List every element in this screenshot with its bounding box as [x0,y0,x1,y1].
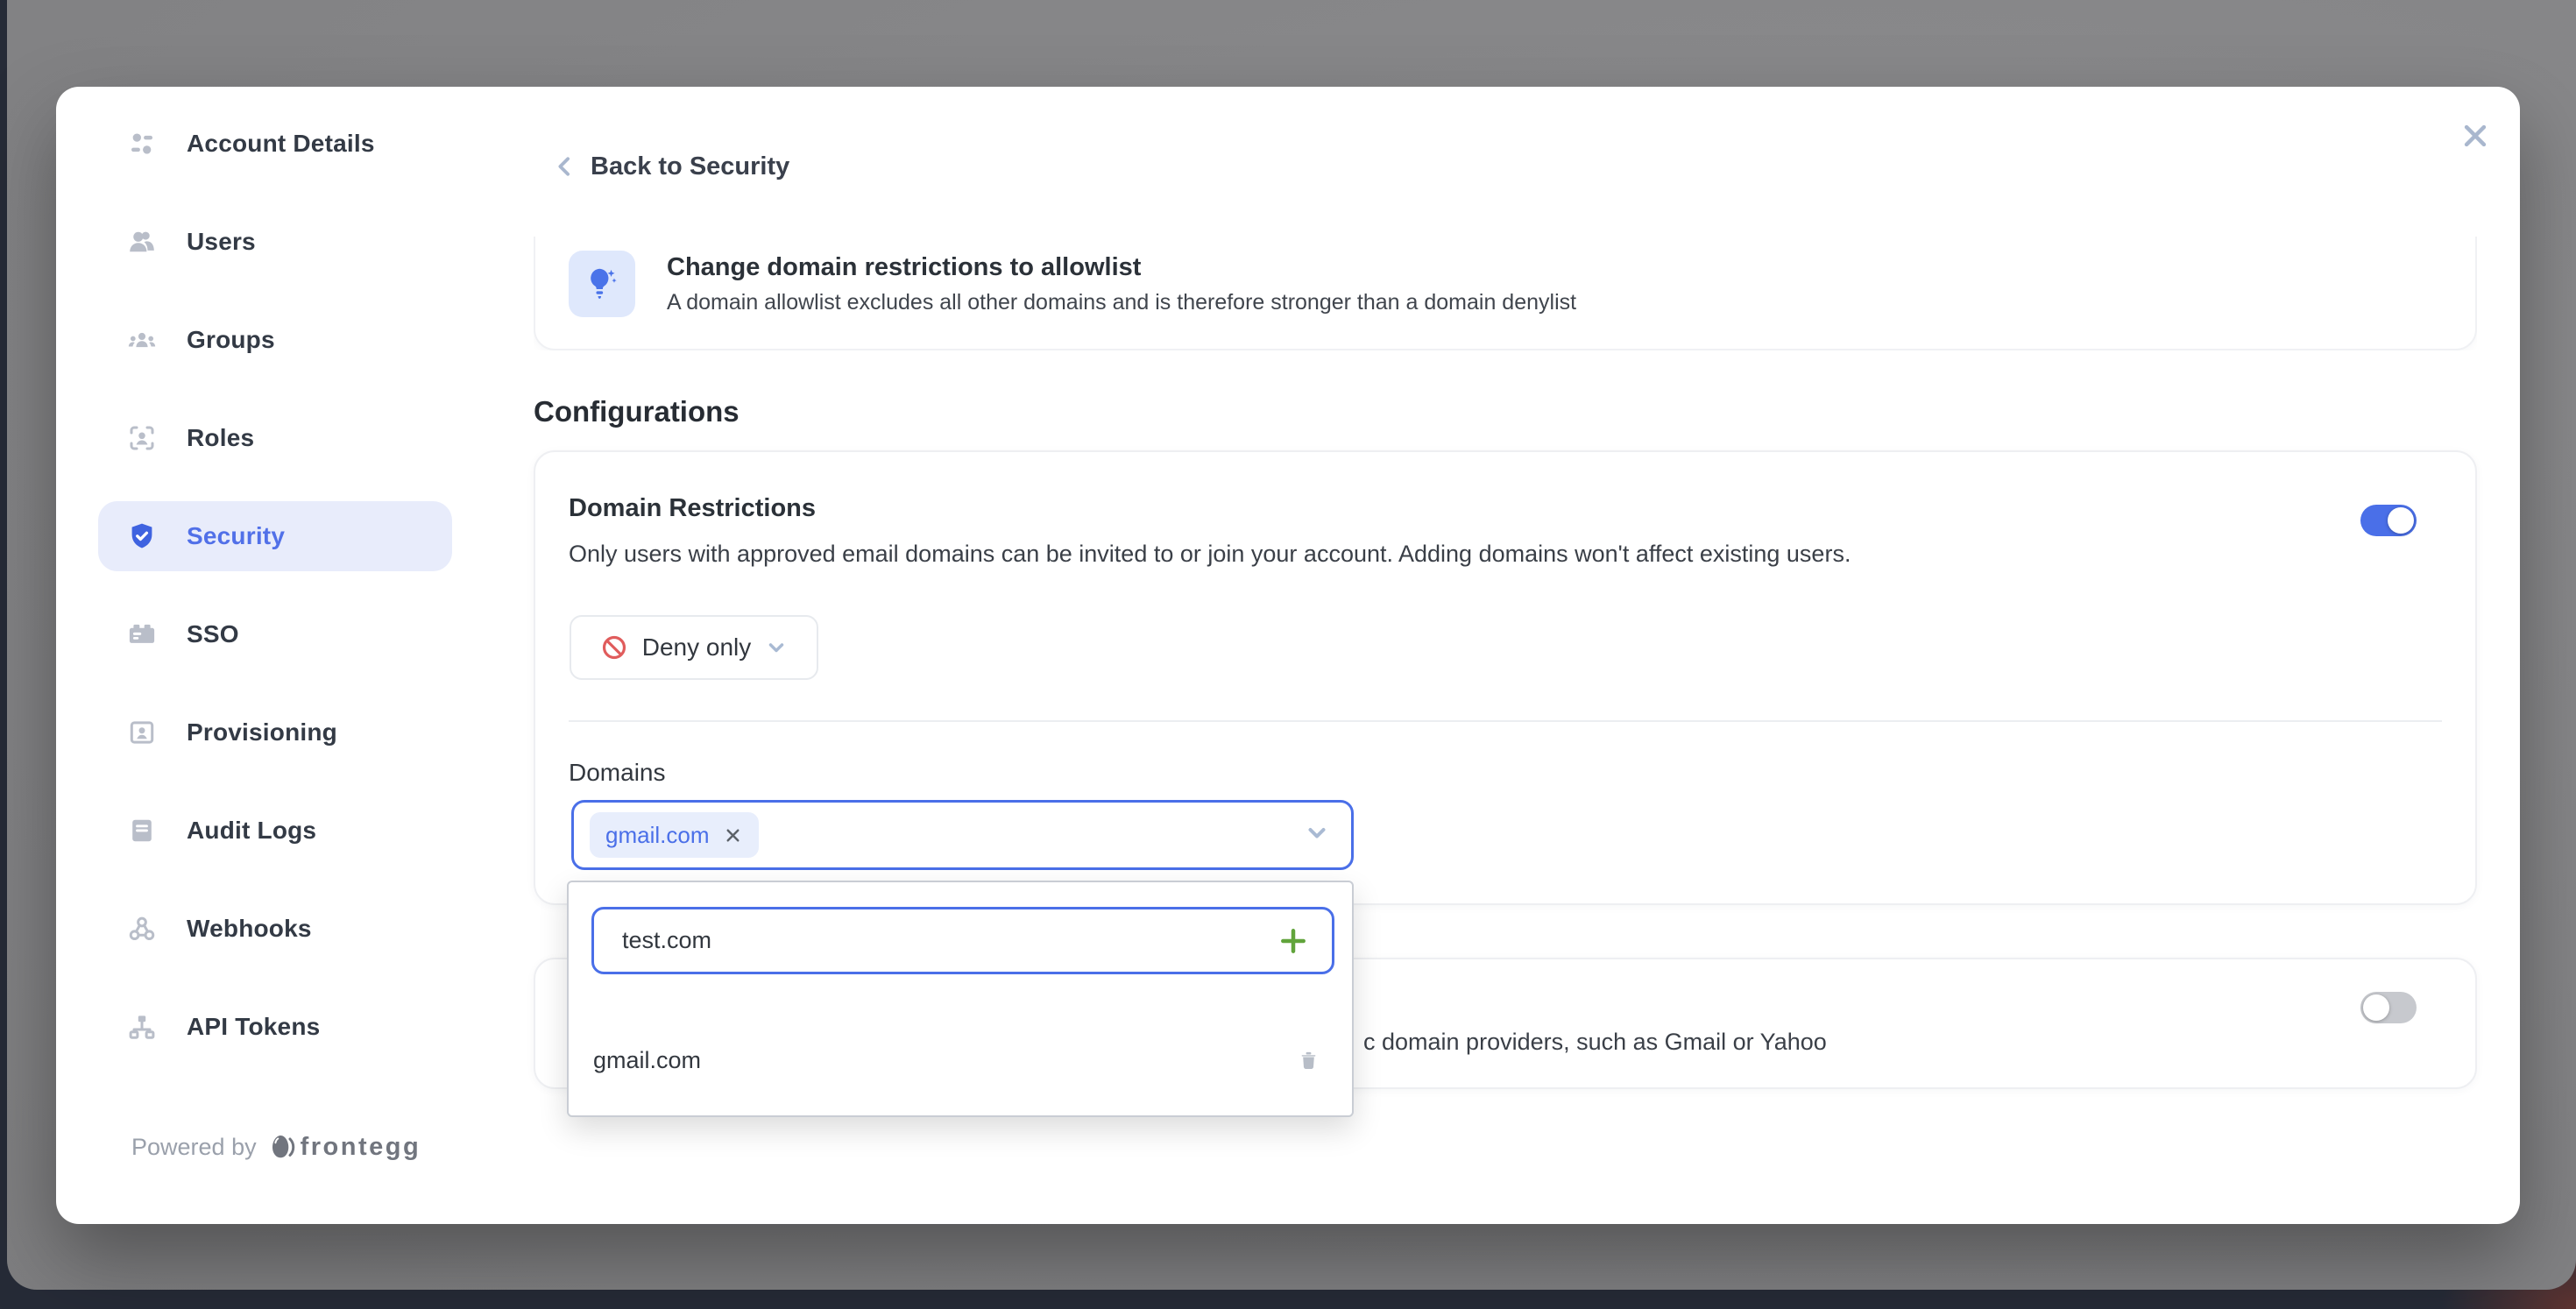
sidebar: Account Details Users Groups [56,87,534,1224]
sidebar-item-account-details[interactable]: Account Details [98,109,452,179]
audit-logs-icon [126,815,158,846]
chevron-down-icon [765,636,788,659]
sidebar-item-label: Provisioning [187,718,337,746]
toggle-knob [2388,507,2414,534]
add-domain-button[interactable] [1277,925,1309,957]
chevron-left-icon [552,151,578,182]
sidebar-item-users[interactable]: Users [98,207,452,277]
content-scroll-clip: Change domain restrictions to allowlist … [534,237,2477,350]
domain-restrictions-description: Only users with approved email domains c… [569,541,1851,568]
trash-icon [1297,1049,1320,1072]
frontegg-logo: frontegg [269,1132,421,1162]
domain-restrictions-card: Domain Restrictions Only users with appr… [534,450,2477,905]
sidebar-item-label: Users [187,228,256,256]
back-button-label: Back to Security [591,152,789,181]
powered-by-label: Powered by [131,1134,257,1161]
sidebar-item-webhooks[interactable]: Webhooks [98,894,452,964]
admin-portal-modal: Account Details Users Groups [56,87,2520,1224]
domains-multiselect[interactable]: gmail.com [571,800,1354,870]
sidebar-item-label: Audit Logs [187,817,316,845]
back-to-security-button[interactable]: Back to Security [552,151,789,182]
add-domain-input-wrap [591,907,1334,974]
add-domain-input[interactable] [594,927,1277,954]
tip-text-block: Change domain restrictions to allowlist … [667,253,1576,315]
api-tokens-icon [126,1011,158,1043]
domain-list-item-label: gmail.com [593,1047,1297,1074]
sidebar-item-label: Account Details [187,130,375,158]
sidebar-item-label: API Tokens [187,1013,320,1041]
powered-by-footer: Powered by frontegg [131,1132,421,1162]
close-icon [2460,121,2490,151]
sidebar-item-security[interactable]: Security [98,501,452,571]
business-domains-toggle[interactable] [2360,992,2417,1023]
toggle-knob [2363,994,2389,1021]
sidebar-item-groups[interactable]: Groups [98,305,452,375]
deny-ban-icon [600,633,628,662]
plus-icon [1277,925,1309,957]
domain-restrictions-toggle[interactable] [2360,505,2417,536]
sidebar-item-label: Security [187,522,285,550]
users-icon [126,226,158,258]
tip-description: A domain allowlist excludes all other do… [667,290,1576,315]
domain-list-item[interactable]: gmail.com [569,1022,1352,1098]
frontegg-egg-icon [269,1132,295,1162]
domains-label: Domains [569,759,665,787]
sidebar-item-provisioning[interactable]: Provisioning [98,697,452,768]
roles-icon [126,422,158,454]
domain-restrictions-title: Domain Restrictions [569,494,816,523]
tip-title: Change domain restrictions to allowlist [667,253,1576,282]
sidebar-item-label: Roles [187,424,254,452]
business-domains-description-fragment: c domain providers, such as Gmail or Yah… [1363,1029,1827,1056]
close-modal-button[interactable] [2455,116,2495,156]
frontegg-brand-name: frontegg [301,1133,421,1162]
sidebar-item-label: SSO [187,620,239,648]
account-details-icon [126,128,158,159]
chip-remove-icon[interactable] [723,825,743,846]
domains-dropdown-popover: gmail.com [567,881,1354,1117]
restriction-mode-select[interactable]: Deny only [570,615,818,680]
restriction-mode-value: Deny only [642,633,752,662]
select-chevron-down-icon [1304,820,1330,851]
delete-domain-button[interactable] [1297,1049,1320,1072]
lightbulb-sparkle-icon [582,264,622,304]
groups-icon [126,324,158,356]
sidebar-item-audit-logs[interactable]: Audit Logs [98,796,452,866]
domain-chip: gmail.com [590,812,759,858]
allowlist-tip-banner: Change domain restrictions to allowlist … [534,237,2477,350]
sso-icon [126,619,158,650]
sidebar-item-label: Webhooks [187,915,312,943]
domain-chip-label: gmail.com [605,822,709,849]
tip-icon-box [569,251,635,317]
security-shield-icon [126,520,158,552]
sidebar-item-sso[interactable]: SSO [98,599,452,669]
provisioning-icon [126,717,158,748]
sidebar-item-roles[interactable]: Roles [98,403,452,473]
sidebar-item-label: Groups [187,326,275,354]
card-divider [569,720,2442,722]
webhooks-icon [126,913,158,945]
configurations-heading: Configurations [534,395,740,428]
sidebar-item-api-tokens[interactable]: API Tokens [98,992,452,1062]
